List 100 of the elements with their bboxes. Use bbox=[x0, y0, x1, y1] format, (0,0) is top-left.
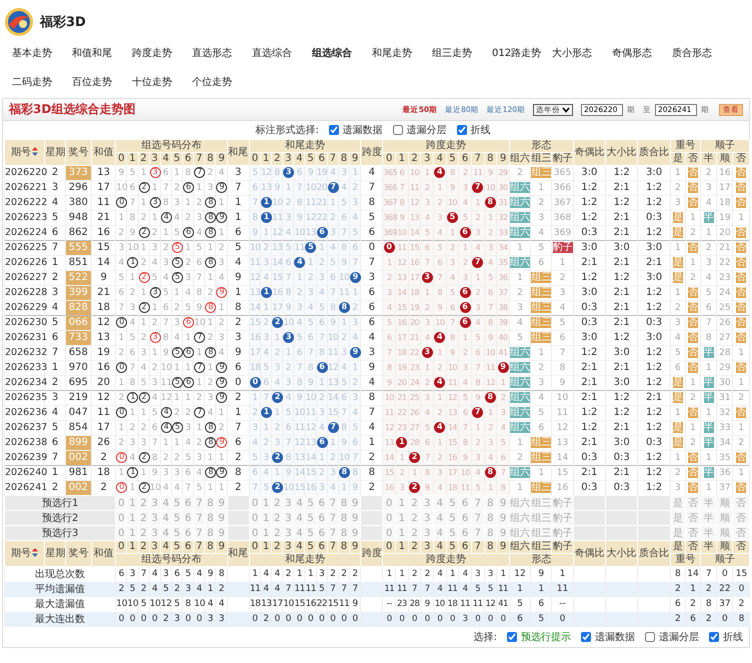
preselect-cell[interactable]: 2 bbox=[408, 496, 421, 510]
preselect-cell[interactable]: 顺 bbox=[716, 496, 733, 510]
preselect-cell[interactable]: 0 bbox=[382, 496, 396, 510]
preselect-cell[interactable]: 7 bbox=[327, 496, 338, 510]
sequence-tag: 否 bbox=[736, 226, 746, 238]
stat-cell: 6 bbox=[116, 566, 127, 582]
row-label: 最大连出数 bbox=[4, 612, 116, 626]
miss-count-cell: 14 bbox=[249, 300, 260, 316]
miss-count-cell: 1 bbox=[138, 286, 150, 300]
miss-count-cell: 2 bbox=[530, 196, 552, 210]
miss-count-cell: 2 bbox=[471, 286, 484, 300]
miss-count-cell: 366 bbox=[382, 180, 396, 196]
miss-count-cell: 31 bbox=[496, 196, 510, 210]
nav-link[interactable]: 012路走势 bbox=[492, 46, 552, 69]
preselect-cell[interactable]: 3 bbox=[149, 496, 160, 510]
preselect-cell[interactable]: 1 bbox=[396, 496, 408, 510]
nav-link[interactable]: 二码走势 bbox=[12, 75, 72, 98]
miss-count-cell: 5 bbox=[349, 226, 361, 240]
preselect-cell[interactable]: 9 bbox=[496, 496, 510, 510]
preselect-cell[interactable]: 是 bbox=[670, 496, 686, 510]
preselect-cell[interactable]: 4 bbox=[433, 496, 446, 510]
column-header[interactable]: 期号 bbox=[4, 140, 45, 166]
nav-link[interactable]: 和值和尾 bbox=[72, 46, 132, 69]
sort-icon[interactable] bbox=[32, 147, 38, 156]
preselect-cell[interactable]: 半 bbox=[700, 496, 717, 510]
preselect-cell[interactable]: 1 bbox=[126, 496, 138, 510]
preselect-cell[interactable]: 组六 bbox=[509, 496, 531, 510]
ratio-cell: 2:1 bbox=[573, 466, 606, 480]
nav-link[interactable]: 直选形态 bbox=[192, 46, 252, 69]
sort-icon[interactable] bbox=[32, 548, 38, 558]
checkbox[interactable] bbox=[456, 125, 467, 135]
miss-count-cell: 2 bbox=[484, 226, 497, 240]
preselect-cell[interactable]: 组三 bbox=[530, 496, 552, 510]
miss-count-cell: 22 bbox=[716, 256, 733, 270]
preselect-cell[interactable]: 7 bbox=[194, 496, 205, 510]
option-label: 遗漏分层 bbox=[659, 630, 699, 644]
draw-number-cell: 658 bbox=[65, 346, 92, 360]
miss-count-cell: 23 bbox=[396, 420, 408, 436]
nav-link[interactable]: 百位走势 bbox=[72, 75, 132, 98]
nav-link[interactable]: 组选综合 bbox=[312, 46, 372, 69]
period-cell: 2026237 bbox=[4, 420, 45, 436]
checkbox[interactable] bbox=[645, 632, 655, 642]
checkbox[interactable] bbox=[507, 632, 517, 642]
period-cell: 2026229 bbox=[4, 300, 45, 316]
preselect-cell[interactable]: 5 bbox=[446, 496, 459, 510]
preselect-cell[interactable]: 0 bbox=[116, 496, 127, 510]
preselect-cell[interactable]: 4 bbox=[160, 496, 172, 510]
preselect-cell[interactable]: 6 bbox=[458, 496, 472, 510]
preselect-cell[interactable]: 9 bbox=[216, 496, 228, 510]
nav-link[interactable]: 组三走势 bbox=[432, 46, 492, 69]
preselect-cell[interactable]: 否 bbox=[732, 496, 750, 510]
span-cell: 2 bbox=[360, 450, 383, 466]
nav-link[interactable]: 十位走势 bbox=[132, 75, 192, 98]
miss-count-cell: 3 bbox=[194, 210, 205, 226]
nav-link[interactable]: 个位走势 bbox=[192, 75, 252, 98]
preselect-cell[interactable]: 5 bbox=[304, 496, 316, 510]
miss-count-cell: 3 bbox=[338, 346, 350, 360]
checkbox[interactable] bbox=[328, 125, 339, 135]
preselect-cell[interactable]: 2 bbox=[272, 496, 283, 510]
preselect-cell[interactable]: 8 bbox=[338, 496, 350, 510]
ratio-cell: 0:3 bbox=[573, 480, 606, 496]
miss-count-cell: 5 bbox=[420, 226, 434, 240]
miss-count-cell: 34 bbox=[496, 240, 510, 256]
preselect-cell[interactable]: 1 bbox=[260, 496, 272, 510]
nav-link[interactable]: 跨度走势 bbox=[132, 46, 192, 69]
preselect-cell[interactable]: 豹子 bbox=[552, 496, 574, 510]
preselect-cell[interactable]: 否 bbox=[685, 496, 701, 510]
miss-count-cell: 1 bbox=[260, 420, 272, 436]
trend-ball: 6 bbox=[316, 362, 328, 373]
preselect-cell[interactable]: 0 bbox=[249, 496, 260, 510]
nav-link[interactable]: 奇偶形态 bbox=[612, 46, 672, 69]
preselect-cell[interactable]: 8 bbox=[204, 496, 216, 510]
miss-count-cell: 1 bbox=[272, 330, 283, 346]
preselect-cell[interactable]: 4 bbox=[294, 496, 305, 510]
checkbox[interactable] bbox=[392, 125, 403, 135]
nav-link[interactable]: 质合形态 bbox=[672, 46, 732, 69]
logo-icon bbox=[4, 7, 34, 37]
preselect-cell[interactable]: 6 bbox=[182, 496, 194, 510]
nav-link[interactable]: 直选综合 bbox=[252, 46, 312, 69]
checkbox[interactable] bbox=[581, 632, 591, 642]
preselect-cell[interactable]: 3 bbox=[420, 496, 434, 510]
span-cell: 8 bbox=[360, 466, 383, 480]
preselect-cell[interactable]: 6 bbox=[316, 496, 328, 510]
preselect-cell[interactable]: 9 bbox=[349, 496, 361, 510]
preselect-cell[interactable]: 5 bbox=[171, 496, 183, 510]
column-group-header: 顺子 bbox=[700, 554, 750, 566]
column-header[interactable]: 期号 bbox=[4, 540, 45, 566]
miss-count-cell: 10 bbox=[304, 180, 316, 196]
preselect-cell[interactable]: 3 bbox=[282, 496, 294, 510]
miss-count-cell: 4 bbox=[216, 270, 228, 286]
nav-link[interactable]: 大小形态 bbox=[552, 46, 612, 69]
preselect-cell[interactable]: 2 bbox=[138, 496, 150, 510]
trend-ball: 4 bbox=[434, 422, 446, 433]
miss-count-cell: 2 bbox=[446, 240, 459, 256]
preselect-cell[interactable]: 8 bbox=[484, 496, 497, 510]
checkbox[interactable] bbox=[709, 632, 719, 642]
ratio-cell: 0:3 bbox=[638, 436, 670, 450]
preselect-cell[interactable]: 7 bbox=[471, 496, 484, 510]
nav-link[interactable]: 基本走势 bbox=[12, 46, 72, 69]
nav-link[interactable]: 和尾走势 bbox=[372, 46, 432, 69]
